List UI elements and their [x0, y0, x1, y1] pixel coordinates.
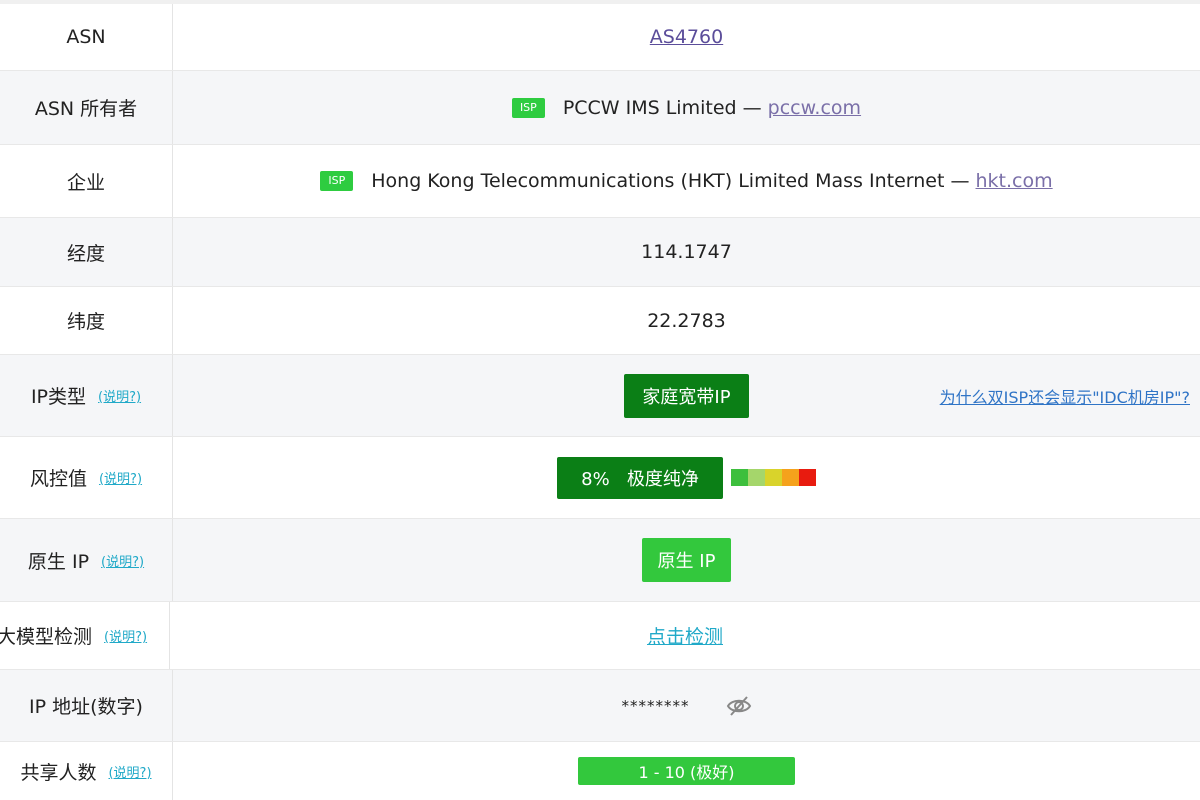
isp-badge: ISP [320, 171, 354, 191]
row-asn: ASN AS4760 [0, 0, 1200, 71]
row-ip-type: IP类型 (说明?) 家庭宽带IP 为什么双ISP还会显示"IDC机房IP"? [0, 355, 1200, 437]
label-risk: 风控值 (说明?) [0, 437, 173, 518]
risk-scale-segment-3 [764, 469, 782, 486]
label-latitude: 纬度 [0, 287, 173, 354]
row-longitude: 经度 114.1747 [0, 218, 1200, 287]
value-asn-owner: ISP PCCW IMS Limited — pccw.com [173, 71, 1200, 144]
masked-ip-value: ******** [621, 696, 690, 715]
row-ip-numeric: IP 地址(数字) ******** [0, 670, 1200, 742]
label-shared-users: 共享人数 (说明?) [0, 742, 173, 800]
row-llm-detect: 大模型检测 (说明?) 点击检测 [0, 602, 1200, 670]
shared-users-help-link[interactable]: (说明?) [108, 762, 151, 781]
native-ip-badge: 原生 IP [641, 538, 732, 582]
company-domain-link[interactable]: hkt.com [976, 170, 1053, 192]
label-ip-type: IP类型 (说明?) [0, 355, 173, 436]
risk-scale-segment-1 [730, 469, 748, 486]
row-shared-users: 共享人数 (说明?) 1 - 10 (极好) [0, 742, 1200, 800]
company-name: Hong Kong Telecommunications (HKT) Limit… [371, 170, 970, 192]
value-ip-numeric: ******** [173, 670, 1200, 741]
row-asn-owner: ASN 所有者 ISP PCCW IMS Limited — pccw.com [0, 71, 1200, 145]
ip-type-help-link[interactable]: (说明?) [98, 386, 141, 405]
dual-isp-faq-link[interactable]: 为什么双ISP还会显示"IDC机房IP"? [940, 384, 1190, 408]
label-ip-numeric: IP 地址(数字) [0, 670, 173, 741]
value-native-ip: 原生 IP [173, 519, 1200, 601]
isp-badge: ISP [511, 97, 545, 118]
risk-scale-bar [730, 469, 816, 486]
llm-detect-help-link[interactable]: (说明?) [104, 626, 147, 645]
label-asn-owner: ASN 所有者 [0, 71, 173, 144]
risk-score-badge: 8% 极度纯净 [557, 456, 723, 499]
llm-detect-link[interactable]: 点击检测 [647, 622, 723, 649]
row-risk: 风控值 (说明?) 8% 极度纯净 [0, 437, 1200, 519]
value-risk: 8% 极度纯净 [173, 437, 1200, 518]
risk-help-link[interactable]: (说明?) [99, 468, 142, 487]
row-company: 企业 ISP Hong Kong Telecommunications (HKT… [0, 145, 1200, 218]
shared-users-badge: 1 - 10 (极好) [578, 757, 795, 785]
value-shared-users: 1 - 10 (极好) [173, 742, 1200, 800]
value-latitude: 22.2783 [647, 309, 726, 332]
asn-link[interactable]: AS4760 [650, 26, 723, 48]
label-native-ip: 原生 IP (说明?) [0, 519, 173, 601]
label-asn: ASN [0, 4, 173, 70]
value-llm-detect: 点击检测 [170, 602, 1200, 669]
label-llm-detect: 大模型检测 (说明?) [0, 602, 170, 669]
label-longitude: 经度 [0, 218, 173, 286]
label-company: 企业 [0, 145, 173, 217]
ip-info-table: ASN AS4760 ASN 所有者 ISP PCCW IMS Limited … [0, 0, 1200, 800]
row-latitude: 纬度 22.2783 [0, 287, 1200, 355]
value-company: ISP Hong Kong Telecommunications (HKT) L… [173, 145, 1200, 217]
value-asn: AS4760 [173, 4, 1200, 70]
native-ip-help-link[interactable]: (说明?) [101, 551, 144, 570]
value-ip-type: 家庭宽带IP 为什么双ISP还会显示"IDC机房IP"? [173, 355, 1200, 436]
eye-slash-icon[interactable] [726, 695, 752, 717]
asn-owner-name: PCCW IMS Limited — [562, 96, 762, 119]
row-native-ip: 原生 IP (说明?) 原生 IP [0, 519, 1200, 602]
risk-scale-segment-2 [747, 469, 765, 486]
ip-type-badge: 家庭宽带IP [624, 373, 749, 418]
risk-scale-segment-5 [798, 469, 816, 486]
value-longitude: 114.1747 [641, 241, 732, 263]
risk-scale-segment-4 [781, 469, 799, 486]
asn-owner-domain-link[interactable]: pccw.com [768, 97, 861, 119]
